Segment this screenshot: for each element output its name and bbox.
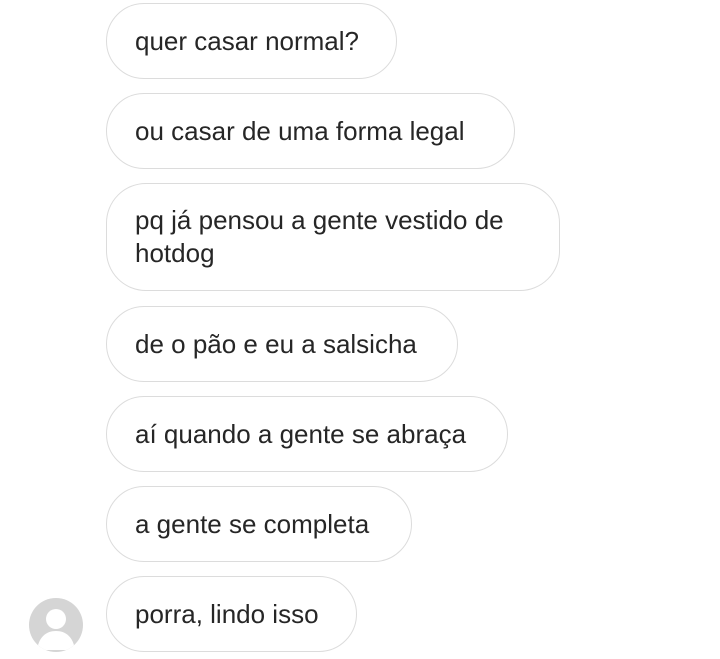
message-text: quer casar normal?	[135, 25, 359, 56]
message-bubble[interactable]: a gente se completa	[106, 486, 412, 562]
user-avatar-placeholder-icon[interactable]	[29, 598, 83, 652]
message-bubble[interactable]: aí quando a gente se abraça	[106, 396, 508, 472]
message-bubble[interactable]: ou casar de uma forma legal	[106, 93, 515, 169]
message-thread: quer casar normal? ou casar de uma forma…	[0, 0, 720, 659]
message-text: aí quando a gente se abraça	[135, 418, 467, 449]
message-text: pq já pensou a gente vestido de hotdog	[135, 205, 504, 268]
message-text: porra, lindo isso	[135, 598, 319, 629]
message-bubble[interactable]: pq já pensou a gente vestido de hotdog	[106, 183, 560, 291]
message-text: de o pão e eu a salsicha	[135, 328, 417, 359]
message-bubble[interactable]: de o pão e eu a salsicha	[106, 306, 458, 382]
avatar-silhouette	[37, 609, 75, 650]
message-bubble[interactable]: quer casar normal?	[106, 3, 397, 79]
message-bubble[interactable]: porra, lindo isso	[106, 576, 357, 652]
message-text: ou casar de uma forma legal	[135, 115, 465, 146]
message-text: a gente se completa	[135, 508, 370, 539]
